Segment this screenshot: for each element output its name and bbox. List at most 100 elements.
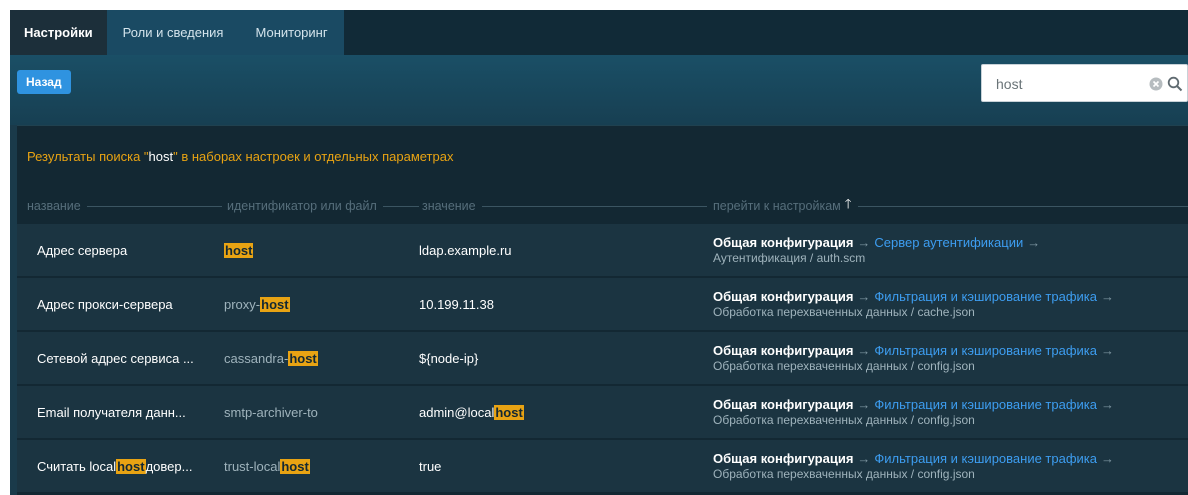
nav-file-path: Аутентификация / auth.scm bbox=[713, 250, 866, 265]
text-segment: Сетевой адрес сервиса ... bbox=[37, 350, 194, 366]
table-row[interactable]: Сетевой адрес сервиса ... cassandra-host $… bbox=[17, 332, 1188, 386]
search-match-highlight: host bbox=[288, 350, 318, 366]
nav-section-link[interactable]: Сервер аутентификации bbox=[874, 235, 1023, 250]
cell-value: ${node-ip} bbox=[419, 332, 709, 384]
table-row[interactable]: Адрес сервера host ldap.example.ru Общая ко… bbox=[17, 224, 1188, 278]
results-table: Адрес сервера host ldap.example.ru Общая ко… bbox=[17, 224, 1188, 494]
tab-bar: Настройки Роли и сведения Мониторинг bbox=[10, 10, 1188, 55]
nav-section-link[interactable]: Фильтрация и кэширование трафика bbox=[874, 451, 1097, 466]
cell-name: Сетевой адрес сервиса ... bbox=[37, 332, 222, 384]
text-segment: true bbox=[419, 458, 442, 474]
nav-file-path: Обработка перехваченных данных / config.… bbox=[713, 466, 975, 481]
cell-identifier: smtp-archiver-to bbox=[224, 386, 414, 438]
column-header-id-label: идентификатор или файл bbox=[227, 199, 377, 213]
nav-breadcrumb: Общая конфигурация → Фильтрация и кэширова… bbox=[713, 343, 1118, 359]
column-header-value: значение bbox=[422, 199, 707, 213]
search-match-highlight: host bbox=[494, 404, 524, 420]
nav-breadcrumb: Общая конфигурация → Фильтрация и кэширова… bbox=[713, 397, 1118, 413]
tab-2[interactable]: Мониторинг bbox=[239, 10, 343, 55]
nav-file-path: Обработка перехваченных данных / config.… bbox=[713, 412, 975, 427]
table-row[interactable]: Адрес прокси-сервера proxy-host 10.199.11.… bbox=[17, 278, 1188, 332]
cell-navigation: Общая конфигурация → Фильтрация и кэширова… bbox=[713, 278, 1183, 330]
nav-root-link[interactable]: Общая конфигурация bbox=[713, 451, 853, 466]
back-button[interactable]: Назад bbox=[17, 70, 71, 94]
cell-identifier: host bbox=[224, 224, 414, 276]
cell-navigation: Общая конфигурация → Фильтрация и кэширова… bbox=[713, 386, 1183, 438]
column-header-nav-label: перейти к настройкам bbox=[713, 199, 841, 213]
cell-value: admin@local host bbox=[419, 386, 709, 438]
tabs: Настройки Роли и сведения Мониторинг bbox=[10, 10, 344, 55]
search-match-highlight: host bbox=[280, 458, 310, 474]
text-segment: proxy- bbox=[224, 296, 261, 312]
cell-navigation: Общая конфигурация → Фильтрация и кэширова… bbox=[713, 332, 1183, 384]
results-title-suffix: " в наборах настроек и отдельных парамет… bbox=[173, 149, 454, 164]
cell-value: true bbox=[419, 440, 709, 492]
cell-value: ldap.example.ru bbox=[419, 224, 709, 276]
arrow-right-icon: → bbox=[1027, 234, 1041, 250]
text-segment: довер... bbox=[145, 458, 193, 474]
nav-file-path: Обработка перехваченных данных / config.… bbox=[713, 358, 975, 373]
tab-0[interactable]: Настройки bbox=[10, 10, 107, 55]
clear-icon[interactable] bbox=[1149, 77, 1163, 91]
text-segment: ${node-ip} bbox=[419, 350, 479, 366]
results-title: Результаты поиска "host" в наборах настр… bbox=[27, 149, 453, 164]
column-header-name: название bbox=[27, 199, 222, 213]
column-header-name-label: название bbox=[27, 199, 81, 213]
nav-file-path: Обработка перехваченных данных / cache.j… bbox=[713, 304, 975, 319]
text-segment: Email получателя данн... bbox=[37, 404, 186, 420]
cell-navigation: Общая конфигурация → Фильтрация и кэширова… bbox=[713, 440, 1183, 492]
arrow-right-icon: → bbox=[1101, 396, 1115, 412]
nav-root-link[interactable]: Общая конфигурация bbox=[713, 289, 853, 304]
text-segment: 10.199.11.38 bbox=[419, 296, 494, 312]
nav-section-link[interactable]: Фильтрация и кэширование трафика bbox=[874, 397, 1097, 412]
results-query: host bbox=[148, 149, 174, 164]
nav-breadcrumb: Общая конфигурация → Фильтрация и кэширова… bbox=[713, 289, 1118, 305]
search-icon[interactable] bbox=[1167, 76, 1183, 92]
search-match-highlight: host bbox=[260, 296, 290, 312]
cell-identifier: cassandra-host bbox=[224, 332, 414, 384]
column-header-value-label: значение bbox=[422, 199, 476, 213]
results-panel: Результаты поиска "host" в наборах настр… bbox=[17, 125, 1188, 495]
nav-root-link[interactable]: Общая конфигурация bbox=[713, 343, 853, 358]
nav-root-link[interactable]: Общая конфигурация bbox=[713, 235, 853, 250]
arrow-right-icon: → bbox=[1101, 450, 1115, 466]
arrow-right-icon: → bbox=[1101, 288, 1115, 304]
nav-section-link[interactable]: Фильтрация и кэширование трафика bbox=[874, 289, 1097, 304]
text-segment: ldap.example.ru bbox=[419, 242, 512, 258]
text-segment: Адрес прокси-сервера bbox=[37, 296, 173, 312]
arrow-right-icon: → bbox=[857, 342, 871, 358]
cell-identifier: proxy-host bbox=[224, 278, 414, 330]
nav-section-link[interactable]: Фильтрация и кэширование трафика bbox=[874, 343, 1097, 358]
nav-breadcrumb: Общая конфигурация → Сервер аутентификации… bbox=[713, 235, 1044, 251]
search-input[interactable] bbox=[996, 73, 1136, 95]
cell-identifier: trust-local host bbox=[224, 440, 414, 492]
cell-name: Считать local host довер... bbox=[37, 440, 222, 492]
text-segment: Считать local bbox=[37, 458, 117, 474]
tab-1[interactable]: Роли и сведения bbox=[107, 10, 240, 55]
cell-name: Email получателя данн... bbox=[37, 386, 222, 438]
text-segment: admin@local bbox=[419, 404, 495, 420]
column-header-id: идентификатор или файл bbox=[227, 199, 419, 213]
cell-navigation: Общая конфигурация → Сервер аутентификации… bbox=[713, 224, 1183, 276]
text-segment: trust-local bbox=[224, 458, 281, 474]
search-match-highlight: host bbox=[224, 242, 254, 258]
column-header-nav[interactable]: перейти к настройкам 🡑 bbox=[713, 196, 1188, 213]
arrow-right-icon: → bbox=[857, 450, 871, 466]
results-title-prefix: Результаты поиска " bbox=[27, 149, 149, 164]
arrow-right-icon: → bbox=[1101, 342, 1115, 358]
text-segment: Адрес сервера bbox=[37, 242, 128, 258]
search-match-highlight: host bbox=[116, 458, 146, 474]
nav-root-link[interactable]: Общая конфигурация bbox=[713, 397, 853, 412]
toolbar: Назад bbox=[10, 55, 1188, 125]
table-row[interactable]: Считать local host довер... trust-local hos… bbox=[17, 440, 1188, 494]
arrow-right-icon: → bbox=[857, 396, 871, 412]
cell-name: Адрес сервера bbox=[37, 224, 222, 276]
arrow-right-icon: → bbox=[857, 288, 871, 304]
cell-name: Адрес прокси-сервера bbox=[37, 278, 222, 330]
table-row[interactable]: Email получателя данн... smtp-archiver-to… bbox=[17, 386, 1188, 440]
search-box bbox=[981, 64, 1188, 102]
app-window: Настройки Роли и сведения Мониторинг Назад… bbox=[10, 10, 1188, 495]
text-segment: cassandra- bbox=[224, 350, 289, 366]
nav-breadcrumb: Общая конфигурация → Фильтрация и кэширова… bbox=[713, 451, 1118, 467]
text-segment: smtp-archiver-to bbox=[224, 404, 318, 420]
